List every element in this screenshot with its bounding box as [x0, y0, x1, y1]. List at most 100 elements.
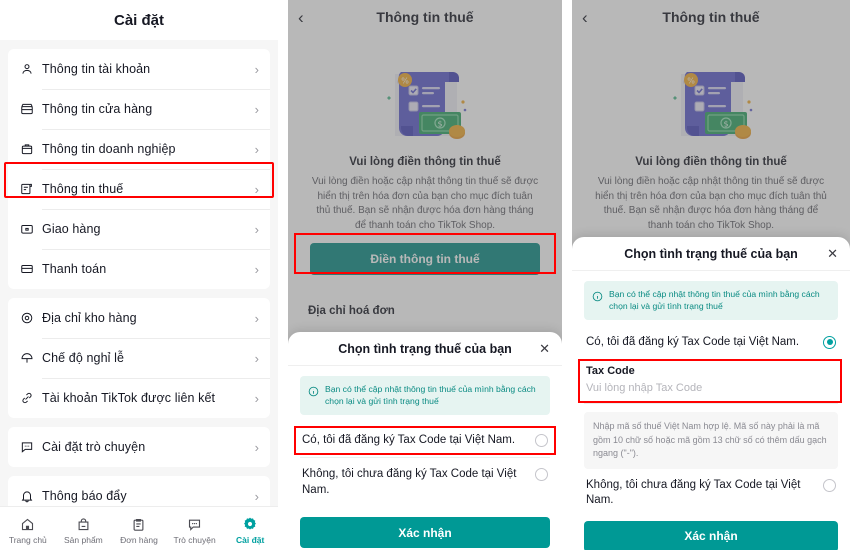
radio-option-label: Có, tôi đã đăng ký Tax Code tại Việt Nam… — [302, 433, 516, 446]
tab-home[interactable]: Trang chủ — [0, 516, 56, 545]
radio-button[interactable] — [535, 433, 548, 447]
card-icon — [20, 262, 42, 276]
tab-orders[interactable]: Đơn hàng — [111, 516, 167, 545]
store-icon — [20, 102, 42, 116]
sidebar-item-label: Thông báo đẩy — [42, 489, 127, 503]
radio-button[interactable] — [535, 468, 548, 482]
chevron-right-icon: › — [254, 101, 259, 117]
sidebar-item-holiday-mode[interactable]: Chế độ nghỉ lễ › — [8, 338, 270, 378]
sheet-body: Bạn có thể cập nhật thông tin thuế của m… — [572, 271, 850, 550]
tax-code-field[interactable]: Tax Code Vui lòng nhập Tax Code — [584, 359, 838, 403]
chevron-right-icon: › — [254, 141, 259, 157]
close-icon[interactable]: ✕ — [539, 341, 550, 357]
holiday-icon — [20, 351, 42, 365]
sheet-header: Chọn tình trạng thuế của bạn ✕ — [288, 332, 562, 366]
sidebar-item-shop[interactable]: Thông tin cửa hàng › — [8, 89, 270, 129]
bell-icon — [20, 489, 42, 503]
sheet-title: Chọn tình trạng thuế của bạn — [624, 246, 798, 261]
tab-products[interactable]: Sản phẩm — [56, 516, 112, 545]
tax-code-field-wrap: Tax Code Vui lòng nhập Tax Code — [578, 359, 842, 405]
info-banner: Bạn có thể cập nhật thông tin thuế của m… — [584, 281, 838, 320]
delivery-box-icon — [20, 222, 42, 236]
screenshot-stage: Cài đặt Thông tin tài khoản › Thông tin … — [0, 0, 850, 550]
settings-screen: Cài đặt Thông tin tài khoản › Thông tin … — [0, 0, 278, 550]
chevron-right-icon: › — [254, 61, 259, 77]
sidebar-item-tax-info[interactable]: Thông tin thuế › — [8, 169, 270, 209]
sidebar-item-label: Chế độ nghỉ lễ — [42, 351, 125, 365]
sidebar-item-label: Thông tin cửa hàng — [42, 102, 153, 116]
radio-option-label: Không, tôi chưa đăng ký Tax Code tại Việ… — [586, 478, 801, 507]
chevron-right-icon: › — [254, 390, 259, 406]
sheet-title: Chọn tình trạng thuế của bạn — [338, 341, 512, 356]
tab-label: Sản phẩm — [64, 534, 103, 545]
radio-button-selected[interactable] — [823, 335, 836, 349]
gear-icon — [242, 516, 258, 533]
bottom-tab-bar: Trang chủ Sản phẩm Đơn hàng Trò chuyện C… — [0, 506, 278, 550]
info-banner-text: Bạn có thể cập nhật thông tin thuế của m… — [325, 384, 536, 407]
chevron-right-icon: › — [254, 181, 259, 197]
radio-option-no[interactable]: Không, tôi chưa đăng ký Tax Code tại Việ… — [584, 469, 838, 515]
tab-label: Trò chuyện — [173, 534, 216, 545]
tax-code-input[interactable]: Vui lòng nhập Tax Code — [586, 381, 836, 396]
radio-option-label: Có, tôi đã đăng ký Tax Code tại Việt Nam… — [586, 335, 800, 348]
sidebar-item-account[interactable]: Thông tin tài khoản › — [8, 49, 270, 89]
sidebar-item-payment[interactable]: Thanh toán › — [8, 249, 270, 289]
bag-icon — [76, 516, 91, 533]
tax-code-hint-text: Nhập mã số thuế Việt Nam hợp lệ. Mã số n… — [593, 421, 827, 459]
chevron-right-icon: › — [254, 310, 259, 326]
sidebar-item-shipping[interactable]: Giao hàng › — [8, 209, 270, 249]
chat-bubble-icon — [187, 516, 202, 533]
chevron-right-icon: › — [254, 350, 259, 366]
sheet-body: Bạn có thể cập nhật thông tin thuế của m… — [288, 366, 562, 550]
radio-button[interactable] — [823, 478, 836, 492]
settings-group-3: Cài đặt trò chuyện › — [8, 427, 270, 467]
tab-label: Đơn hàng — [120, 534, 158, 545]
home-icon — [20, 516, 35, 533]
chevron-right-icon: › — [254, 488, 259, 504]
briefcase-icon — [20, 142, 42, 156]
sidebar-item-warehouse-address[interactable]: Địa chỉ kho hàng › — [8, 298, 270, 338]
tax-info-screen-with-sheet: ‹ Thông tin thuế $ % Vui lòng điền thông… — [288, 0, 562, 550]
close-icon[interactable]: ✕ — [827, 246, 838, 262]
location-pin-icon — [20, 311, 42, 325]
confirm-button[interactable]: Xác nhận — [584, 520, 838, 550]
sidebar-item-linked-tiktok[interactable]: Tài khoản TikTok được liên kết › — [8, 378, 270, 418]
panel-divider-2 — [562, 0, 572, 550]
info-circle-icon — [592, 289, 603, 307]
tab-label: Trang chủ — [8, 534, 47, 545]
chevron-right-icon: › — [254, 439, 259, 455]
settings-group-1: Thông tin tài khoản › Thông tin cửa hàng… — [8, 49, 270, 289]
tab-settings[interactable]: Cài đặt — [222, 516, 278, 545]
field-underline — [584, 403, 838, 405]
tax-code-label: Tax Code — [586, 365, 635, 378]
sidebar-item-label: Cài đặt trò chuyện — [42, 440, 146, 454]
tax-status-bottom-sheet: Chọn tình trạng thuế của bạn ✕ Bạn có th… — [288, 332, 562, 550]
info-banner-text: Bạn có thể cập nhật thông tin thuế của m… — [609, 289, 820, 312]
sidebar-item-label: Thông tin tài khoản — [42, 62, 151, 76]
tax-doc-icon — [20, 182, 42, 196]
radio-option-yes[interactable]: Có, tôi đã đăng ký Tax Code tại Việt Nam… — [294, 424, 556, 458]
tax-info-screen-expanded-sheet: ‹ Thông tin thuế $ % Vui lòng điền thông… — [572, 0, 850, 550]
sidebar-item-business[interactable]: Thông tin doanh nghiệp › — [8, 129, 270, 169]
info-banner: Bạn có thể cập nhật thông tin thuế của m… — [300, 376, 550, 415]
radio-option-yes[interactable]: Có, tôi đã đăng ký Tax Code tại Việt Nam… — [584, 329, 838, 358]
radio-option-label: Không, tôi chưa đăng ký Tax Code tại Việ… — [302, 468, 517, 496]
info-circle-icon — [308, 384, 319, 402]
tab-chat[interactable]: Trò chuyện — [167, 516, 223, 545]
clipboard-icon — [131, 516, 146, 533]
tab-label: Cài đặt — [236, 534, 265, 545]
page-title: Cài đặt — [0, 0, 278, 40]
chevron-right-icon: › — [254, 221, 259, 237]
chevron-right-icon: › — [254, 261, 259, 277]
radio-option-no[interactable]: Không, tôi chưa đăng ký Tax Code tại Việ… — [300, 458, 550, 507]
sheet-header: Chọn tình trạng thuế của bạn ✕ — [572, 237, 850, 271]
user-icon — [20, 62, 42, 76]
sidebar-item-label: Thông tin doanh nghiệp — [42, 142, 176, 156]
sidebar-item-label: Giao hàng — [42, 222, 101, 236]
sidebar-item-label: Thanh toán — [42, 262, 107, 276]
confirm-button[interactable]: Xác nhận — [300, 517, 550, 549]
panel-divider-1 — [278, 0, 288, 550]
sidebar-item-label: Tài khoản TikTok được liên kết — [42, 391, 216, 405]
sidebar-item-chat-settings[interactable]: Cài đặt trò chuyện › — [8, 427, 270, 467]
settings-group-2: Địa chỉ kho hàng › Chế độ nghỉ lễ › Tài … — [8, 298, 270, 418]
